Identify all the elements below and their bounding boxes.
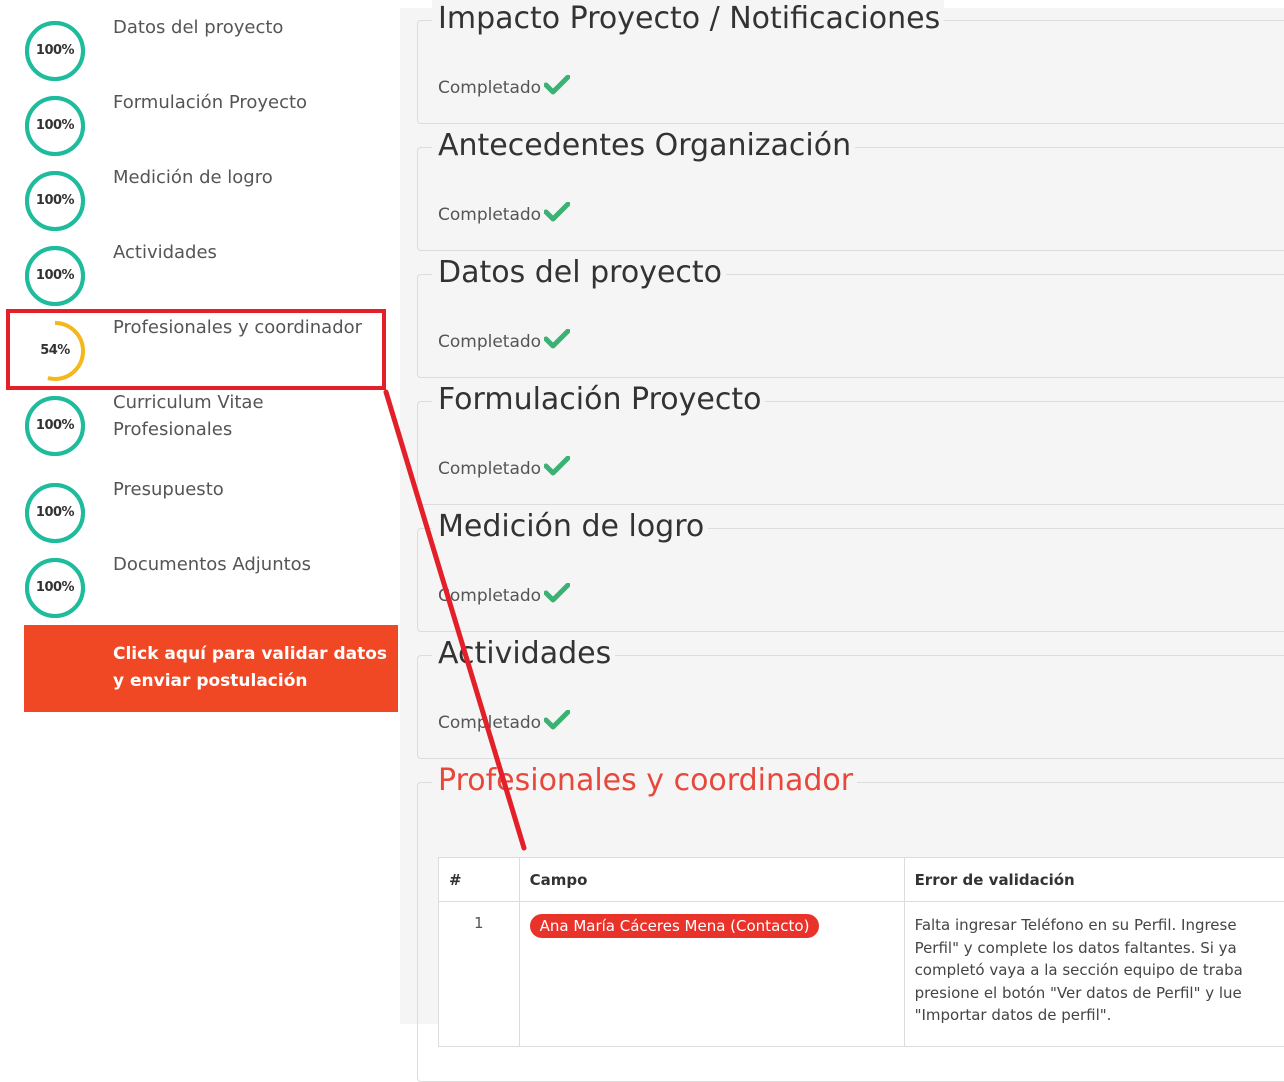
- progress-ring: 100%: [24, 482, 86, 544]
- progress-ring: 100%: [24, 170, 86, 232]
- sidebar-step-label: Medición de logro: [113, 164, 383, 191]
- table-row: 1 Ana María Cáceres Mena (Contacto) Falta …: [439, 902, 1284, 1047]
- campo-cell: Ana María Cáceres Mena (Contacto): [519, 902, 904, 1047]
- sidebar-step[interactable]: 100%Formulación Proyecto: [0, 75, 400, 145]
- status-text: Completado: [438, 78, 541, 98]
- sidebar-step[interactable]: 100%Documentos Adjuntos: [0, 537, 400, 607]
- status-text: Completado: [438, 332, 541, 352]
- sidebar-step-label: Formulación Proyecto: [113, 89, 383, 116]
- progress-percent: 100%: [24, 170, 86, 232]
- section-status: Completado: [438, 202, 570, 225]
- validate-submit-button[interactable]: Click aquí para validar datos y enviar p…: [24, 625, 398, 712]
- progress-ring: 100%: [24, 95, 86, 157]
- error-text-line: Falta ingresar Teléfono en su Perfil. In…: [915, 914, 1284, 937]
- section-panel: Impacto Proyecto / NotificacionesComplet…: [417, 20, 1284, 124]
- section-panel: ActividadesCompletado: [417, 655, 1284, 759]
- section-title[interactable]: Impacto Proyecto / Notificaciones: [432, 0, 944, 39]
- status-text: Completado: [438, 459, 541, 479]
- error-cell: Falta ingresar Teléfono en su Perfil. In…: [904, 902, 1284, 1047]
- progress-ring: 100%: [24, 395, 86, 457]
- table-header-row: # Campo Error de validación: [439, 858, 1284, 902]
- section-title: Profesionales y coordinador: [432, 761, 857, 801]
- section-status: Completado: [438, 456, 570, 479]
- sidebar-step[interactable]: 100%Presupuesto: [0, 462, 400, 532]
- progress-percent: 100%: [24, 95, 86, 157]
- section-panel: Antecedentes OrganizaciónCompletado: [417, 147, 1284, 251]
- error-text-line: completó vaya a la sección equipo de tra…: [915, 959, 1284, 982]
- section-title[interactable]: Medición de logro: [432, 507, 708, 547]
- check-icon: [544, 202, 570, 222]
- validation-error-table: # Campo Error de validación 1 Ana María C…: [438, 857, 1284, 1047]
- progress-percent: 100%: [24, 395, 86, 457]
- check-icon: [544, 329, 570, 349]
- section-profesionales: Profesionales y coordinador # Campo Erro…: [417, 782, 1284, 1082]
- check-icon: [544, 75, 570, 95]
- section-title[interactable]: Formulación Proyecto: [432, 380, 765, 420]
- sidebar-step[interactable]: 100%Medición de logro: [0, 150, 400, 220]
- section-panel: Medición de logroCompletado: [417, 528, 1284, 632]
- progress-ring: 100%: [24, 557, 86, 619]
- status-text: Completado: [438, 205, 541, 225]
- sidebar-step-label: Datos del proyecto: [113, 14, 383, 41]
- check-icon: [544, 583, 570, 603]
- section-panel: Datos del proyectoCompletado: [417, 274, 1284, 378]
- section-title[interactable]: Antecedentes Organización: [432, 126, 855, 166]
- sidebar: 100%Datos del proyecto100%Formulación Pr…: [0, 0, 400, 1024]
- campo-badge[interactable]: Ana María Cáceres Mena (Contacto): [530, 914, 820, 938]
- section-title[interactable]: Actividades: [432, 634, 615, 674]
- progress-ring: 100%: [24, 20, 86, 82]
- sidebar-step-label: Presupuesto: [113, 476, 383, 503]
- row-number: 1: [439, 902, 520, 1047]
- progress-percent: 100%: [24, 245, 86, 307]
- section-status: Completado: [438, 75, 570, 98]
- section-title[interactable]: Datos del proyecto: [432, 253, 726, 293]
- sidebar-step-label: Actividades: [113, 239, 383, 266]
- col-header-error: Error de validación: [904, 858, 1284, 902]
- progress-percent: 100%: [24, 557, 86, 619]
- sidebar-step-label: Documentos Adjuntos: [113, 551, 383, 578]
- main-content: Impacto Proyecto / NotificacionesComplet…: [400, 8, 1284, 1024]
- check-icon: [544, 710, 570, 730]
- error-text-line: "Importar datos de perfil".: [915, 1004, 1284, 1027]
- error-text-line: presione el botón "Ver datos de Perfil" …: [915, 982, 1284, 1005]
- col-header-campo: Campo: [519, 858, 904, 902]
- status-text: Completado: [438, 586, 541, 606]
- error-text-line: Perfil" y complete los datos faltantes. …: [915, 937, 1284, 960]
- highlight-annotation-box: [6, 309, 386, 390]
- status-text: Completado: [438, 713, 541, 733]
- col-header-num: #: [439, 858, 520, 902]
- sidebar-step[interactable]: 100%Datos del proyecto: [0, 0, 400, 70]
- sidebar-step[interactable]: 100%Actividades: [0, 225, 400, 295]
- progress-percent: 100%: [24, 20, 86, 82]
- progress-ring: 100%: [24, 245, 86, 307]
- check-icon: [544, 456, 570, 476]
- sidebar-step-label: Curriculum Vitae Profesionales: [113, 389, 383, 443]
- progress-percent: 100%: [24, 482, 86, 544]
- section-status: Completado: [438, 583, 570, 606]
- section-status: Completado: [438, 329, 570, 352]
- section-status: Completado: [438, 710, 570, 733]
- section-panel: Formulación ProyectoCompletado: [417, 401, 1284, 505]
